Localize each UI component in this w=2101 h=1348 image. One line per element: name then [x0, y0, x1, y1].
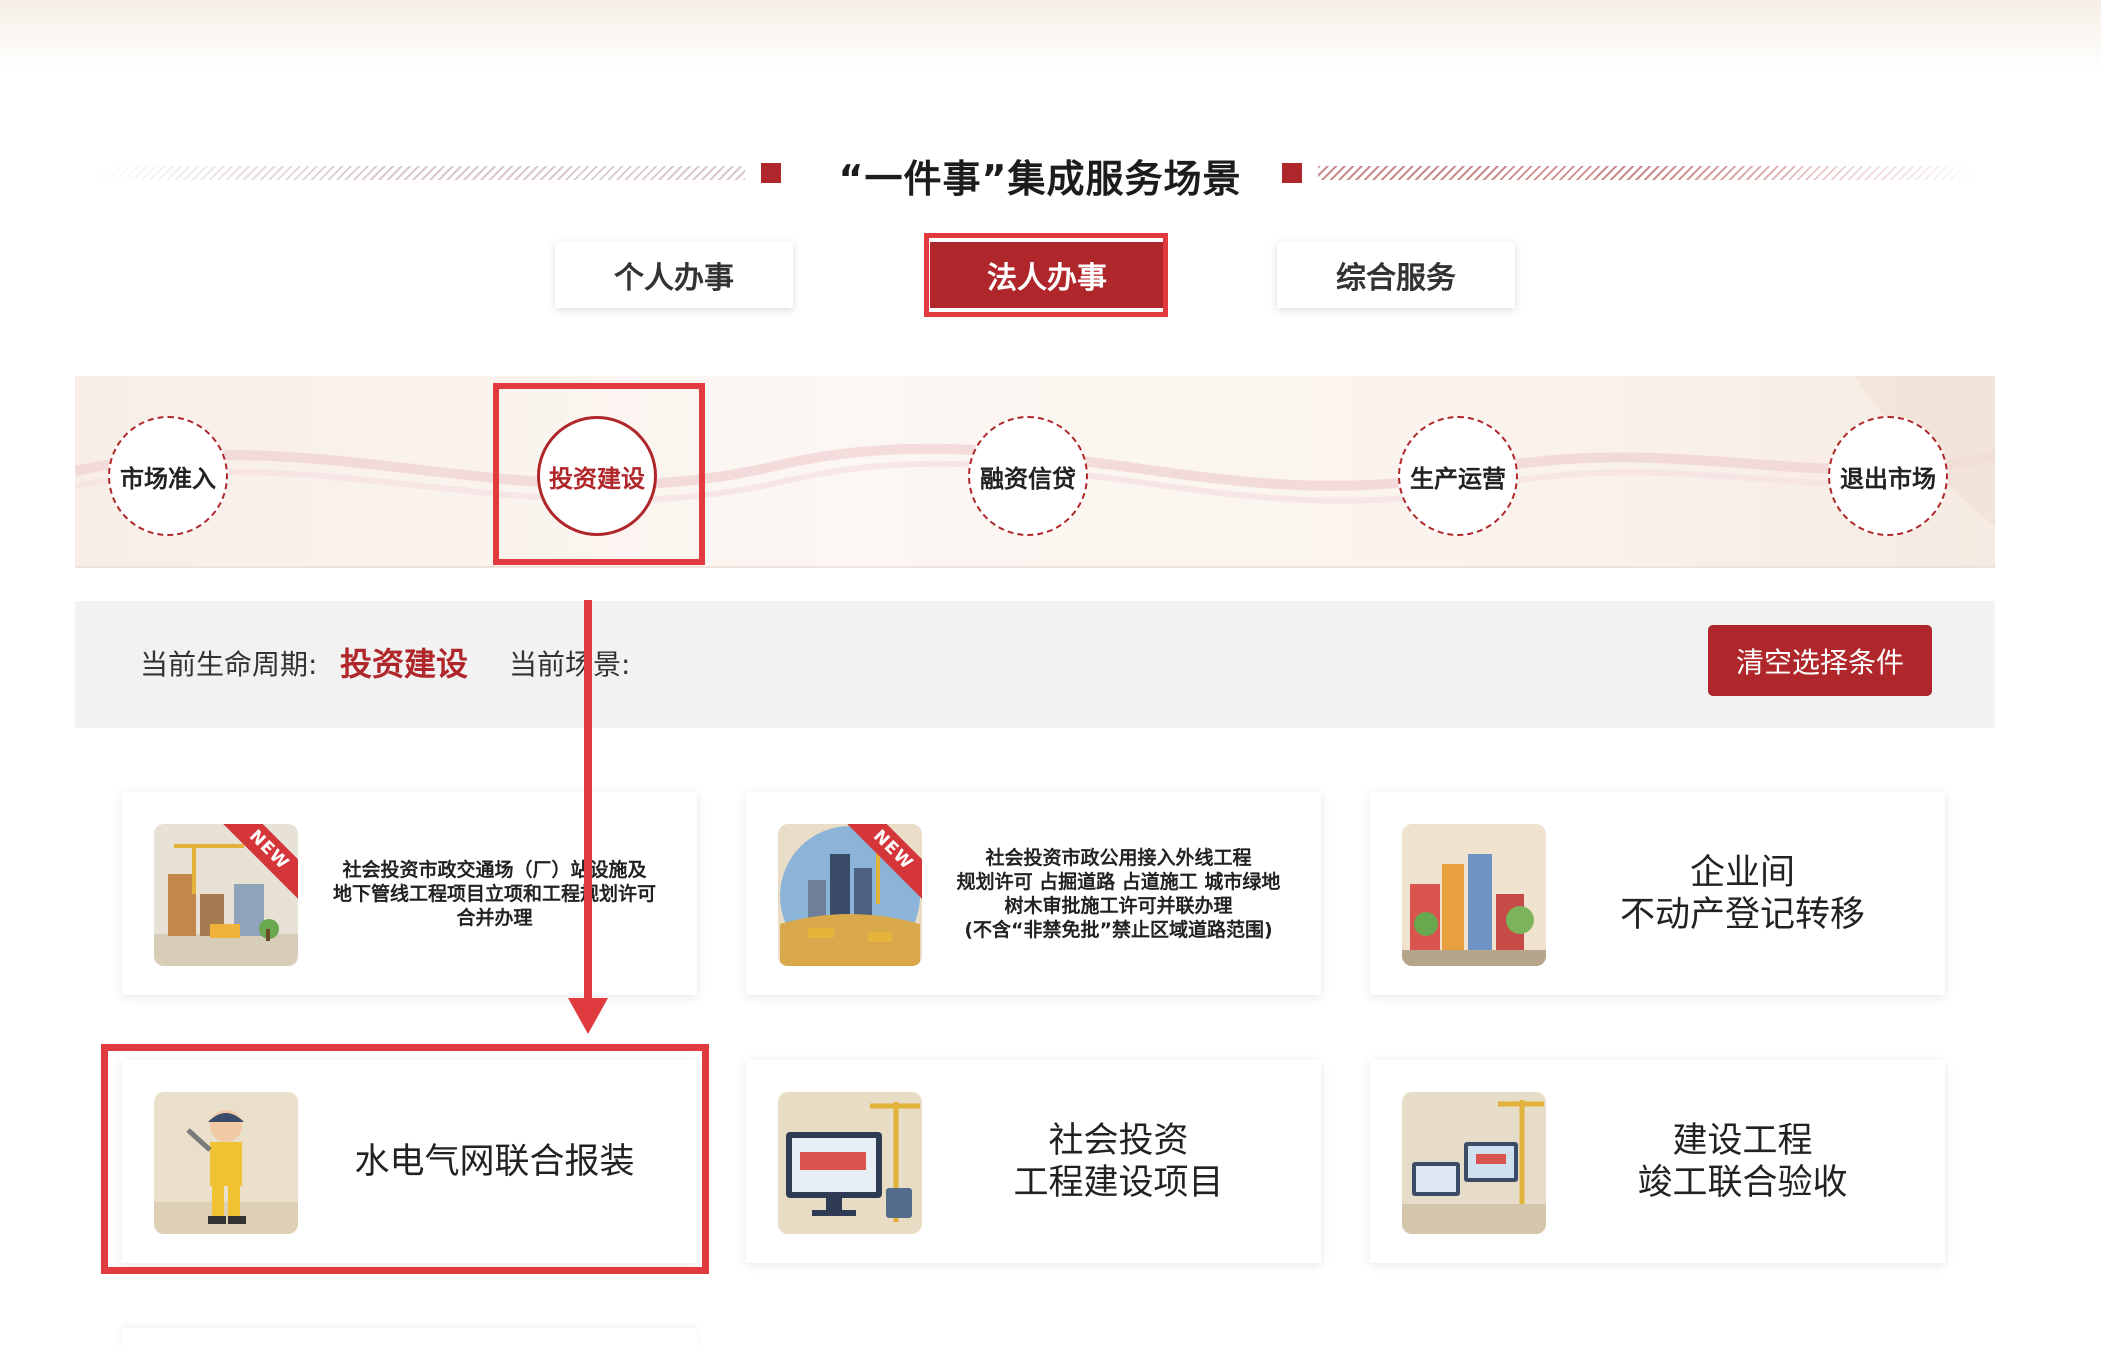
annotation-highlight-tab: [924, 233, 1168, 317]
lifecycle-financing-credit[interactable]: 融资信贷: [968, 416, 1088, 536]
lifecycle-market-entry[interactable]: 市场准入: [108, 416, 228, 536]
annotation-arrow: [584, 600, 592, 1000]
current-scene-label: 当前场景:: [509, 648, 631, 681]
annotation-highlight-lifecycle: [493, 383, 705, 565]
scene-card-partial: [122, 1328, 697, 1348]
scene-card-completion-acceptance[interactable]: 建设工程 竣工联合验收: [1370, 1060, 1945, 1263]
title-decoration-left: [95, 166, 745, 180]
lifecycle-production-operation[interactable]: 生产运营: [1398, 416, 1518, 536]
annotation-highlight-card: [101, 1044, 709, 1274]
section-title-row: “一件事”集成服务场景: [0, 140, 2101, 210]
scene-card-real-estate-transfer[interactable]: 企业间 不动产登记转移: [1370, 792, 1945, 995]
scene-card-social-investment[interactable]: 社会投资 工程建设项目: [746, 1060, 1321, 1263]
devices-crane-icon: [1402, 1092, 1546, 1234]
current-lifecycle-label: 当前生命周期:: [140, 648, 318, 681]
card-title: 社会投资 工程建设项目: [1013, 1120, 1224, 1203]
scene-card-transport-station[interactable]: NEW 社会投资市政交通场（厂）站设施及 地下管线工程项目立项和工程规划许可 合…: [122, 792, 697, 995]
construction-site-icon: NEW: [154, 824, 298, 966]
tab-comprehensive[interactable]: 综合服务: [1277, 242, 1515, 308]
card-title: 社会投资市政交通场（厂）站设施及 地下管线工程项目立项和工程规划许可 合并办理: [332, 858, 656, 929]
lifecycle-market-exit[interactable]: 退出市场: [1828, 416, 1948, 536]
top-banner: [0, 0, 2101, 70]
title-square-right: [1282, 163, 1302, 183]
title-square-left: [761, 163, 781, 183]
section-title: “一件事”集成服务场景: [838, 157, 1242, 201]
filter-bar: 当前生命周期: 投资建设 当前场景: 清空选择条件: [75, 601, 1995, 728]
card-title: 社会投资市政公用接入外线工程 规划许可 占掘道路 占道施工 城市绿地 树木审批施…: [956, 846, 1281, 941]
city-construction-icon: NEW: [778, 824, 922, 966]
annotation-arrow-head: [568, 998, 608, 1034]
clear-filter-button[interactable]: 清空选择条件: [1708, 625, 1932, 696]
current-lifecycle-value: 投资建设: [340, 645, 469, 683]
card-title: 企业间 不动产登记转移: [1619, 852, 1865, 935]
lifecycle-band: 市场准入 投资建设 融资信贷 生产运营 退出市场: [75, 376, 1995, 568]
tab-personal[interactable]: 个人办事: [555, 242, 793, 308]
card-title: 建设工程 竣工联合验收: [1637, 1120, 1848, 1203]
buildings-icon: [1402, 824, 1546, 966]
computer-crane-icon: [778, 1092, 922, 1234]
title-decoration-right: [1318, 166, 1978, 180]
scene-card-municipal-utility[interactable]: NEW 社会投资市政公用接入外线工程 规划许可 占掘道路 占道施工 城市绿地 树…: [746, 792, 1321, 995]
